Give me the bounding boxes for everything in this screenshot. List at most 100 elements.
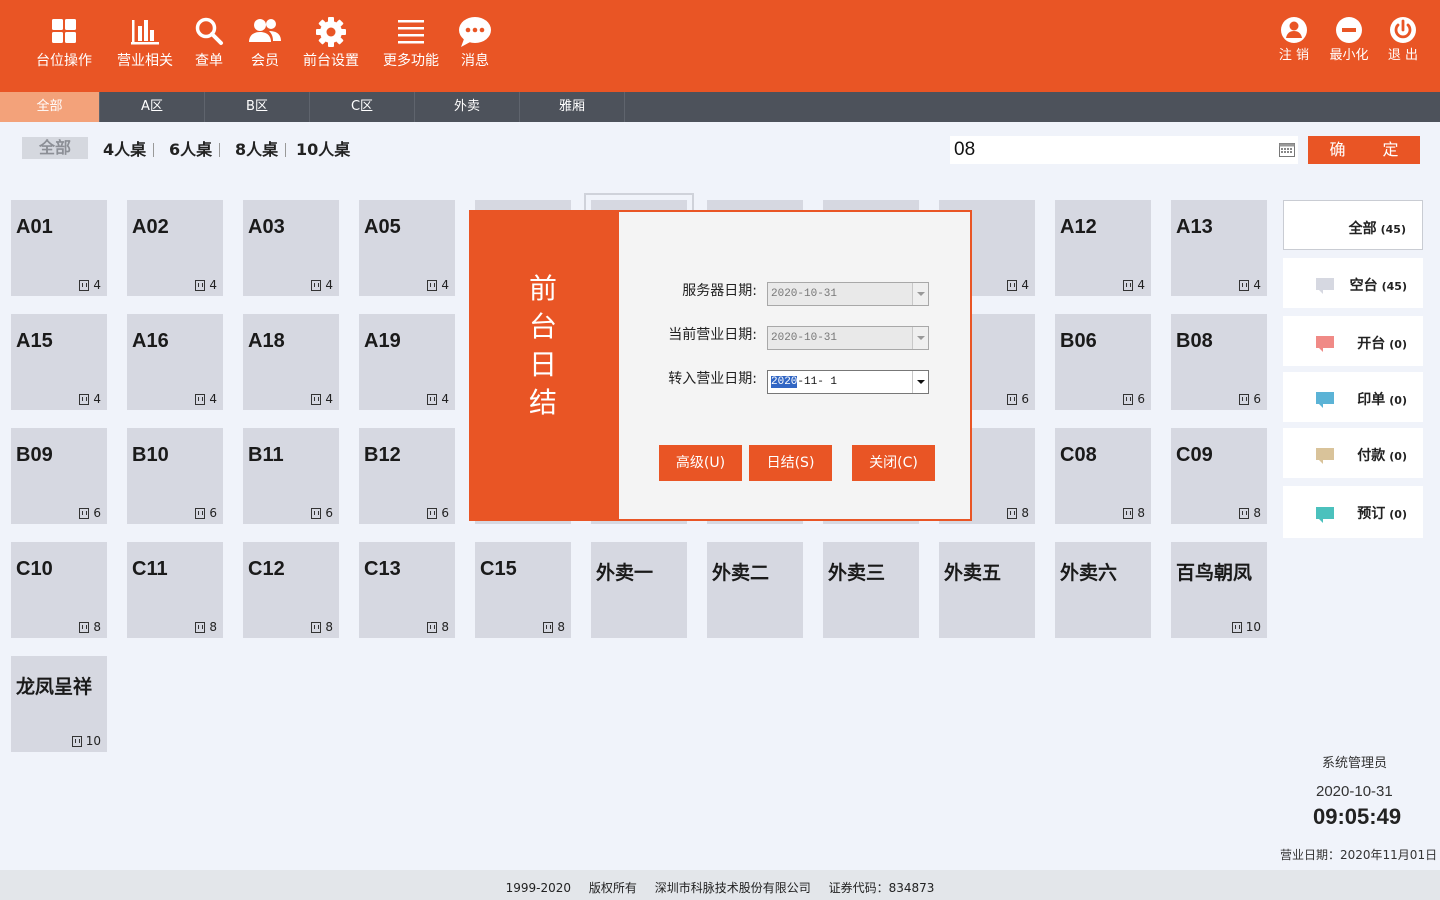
- chair-icon: [427, 507, 438, 519]
- chair-icon: [427, 393, 438, 405]
- legend-printed[interactable]: 印单 (0): [1283, 372, 1423, 422]
- seat-count-value: 6: [1253, 392, 1261, 406]
- nav-members[interactable]: 会员: [246, 16, 284, 80]
- seat-count: 4: [195, 392, 217, 406]
- tab-area-b[interactable]: B区: [205, 92, 310, 122]
- seat-count: 8: [195, 620, 217, 634]
- day-end-dialog: 前 台 日 结 服务器日期: 2020-10-31 当前营业日期: 2020-1…: [469, 210, 972, 521]
- table-card[interactable]: A02 4: [127, 200, 223, 296]
- legend-all[interactable]: 全部 (45): [1283, 200, 1423, 250]
- seat-count: 4: [79, 392, 101, 406]
- seat-count-value: 10: [1245, 620, 1261, 634]
- filter-6-seat[interactable]: 6人桌: [169, 139, 212, 161]
- table-card[interactable]: 外卖一: [591, 542, 687, 638]
- seat-count-value: 4: [441, 392, 449, 406]
- transfer-business-date-picker[interactable]: 2020-11- 1: [767, 370, 929, 394]
- table-card[interactable]: C15 8: [475, 542, 571, 638]
- day-end-button[interactable]: 日结(S): [749, 445, 832, 481]
- legend-reserved[interactable]: 预订 (0): [1283, 486, 1423, 538]
- tab-area-takeout[interactable]: 外卖: [415, 92, 520, 122]
- table-card[interactable]: B11 6: [243, 428, 339, 524]
- table-card[interactable]: B10 6: [127, 428, 223, 524]
- menu-icon: [378, 16, 444, 52]
- gear-icon: [298, 16, 364, 52]
- table-card[interactable]: 龙凤呈祥 10: [11, 656, 107, 752]
- table-card[interactable]: A19 4: [359, 314, 455, 410]
- table-card[interactable]: B12 6: [359, 428, 455, 524]
- table-card[interactable]: A13 4: [1171, 200, 1267, 296]
- table-name: 外卖六: [1060, 562, 1118, 584]
- filter-8-seat[interactable]: 8人桌: [235, 139, 278, 161]
- legend-label: 付款 (0): [1357, 448, 1407, 464]
- footer-copyright: 版权所有: [588, 881, 637, 895]
- table-card[interactable]: 百鸟朝凤 10: [1171, 542, 1267, 638]
- tab-area-a[interactable]: A区: [100, 92, 205, 122]
- advanced-button[interactable]: 高级(U): [659, 445, 742, 481]
- seat-count: 4: [195, 278, 217, 292]
- nav-messages[interactable]: 消息: [456, 16, 494, 80]
- seat-count-value: 6: [441, 506, 449, 520]
- nav-frontdesk-settings[interactable]: 前台设置: [298, 16, 364, 80]
- nav-more-functions[interactable]: 更多功能: [378, 16, 444, 80]
- chair-icon: [311, 279, 322, 291]
- nav-order-lookup[interactable]: 查单: [190, 16, 228, 80]
- table-card[interactable]: C10 8: [11, 542, 107, 638]
- table-card[interactable]: A15 4: [11, 314, 107, 410]
- table-card[interactable]: A03 4: [243, 200, 339, 296]
- table-card[interactable]: C13 8: [359, 542, 455, 638]
- nav-label: 更多功能: [383, 53, 439, 69]
- tab-area-all[interactable]: 全部: [0, 92, 100, 122]
- table-card[interactable]: A18 4: [243, 314, 339, 410]
- seat-count-value: 8: [557, 620, 565, 634]
- filter-all[interactable]: 全部: [22, 137, 88, 159]
- table-card[interactable]: B08 6: [1171, 314, 1267, 410]
- table-card[interactable]: C11 8: [127, 542, 223, 638]
- table-name: C12: [248, 558, 285, 580]
- nav-label: 营业相关: [117, 53, 173, 69]
- tab-area-private-room[interactable]: 雅厢: [520, 92, 625, 122]
- nav-table-ops[interactable]: 台位操作: [30, 16, 98, 80]
- confirm-button[interactable]: 确 定: [1308, 136, 1420, 164]
- dialog-title: 前 台 日 结: [528, 272, 557, 419]
- seat-count: 4: [79, 278, 101, 292]
- chair-icon: [1239, 393, 1250, 405]
- close-dialog-button[interactable]: 关闭(C): [852, 445, 935, 481]
- legend-open[interactable]: 开台 (0): [1283, 316, 1423, 366]
- calendar-icon[interactable]: [1279, 142, 1295, 157]
- logout-button[interactable]: 注 销: [1277, 16, 1311, 64]
- chair-icon: [79, 507, 90, 519]
- table-card[interactable]: B06 6: [1055, 314, 1151, 410]
- tab-area-c[interactable]: C区: [310, 92, 415, 122]
- table-card[interactable]: A16 4: [127, 314, 223, 410]
- table-card[interactable]: C09 8: [1171, 428, 1267, 524]
- chair-icon: [427, 621, 438, 633]
- legend-vacant[interactable]: 空台 (45): [1283, 258, 1423, 308]
- seat-count: 4: [1123, 278, 1145, 292]
- table-card[interactable]: 外卖五: [939, 542, 1035, 638]
- minimize-button[interactable]: 最小化: [1327, 16, 1371, 64]
- table-card[interactable]: C12 8: [243, 542, 339, 638]
- table-name: C08: [1060, 444, 1097, 466]
- table-card[interactable]: 外卖三: [823, 542, 919, 638]
- legend-paid[interactable]: 付款 (0): [1283, 428, 1423, 478]
- seat-count-value: 10: [85, 734, 101, 748]
- table-card[interactable]: C08 8: [1055, 428, 1151, 524]
- table-card[interactable]: B09 6: [11, 428, 107, 524]
- table-card[interactable]: A12 4: [1055, 200, 1151, 296]
- chair-icon: [1007, 507, 1018, 519]
- table-card[interactable]: 外卖六: [1055, 542, 1151, 638]
- table-card[interactable]: 外卖二: [707, 542, 803, 638]
- table-card[interactable]: A05 4: [359, 200, 455, 296]
- footer-stock-code: 证券代码：834873: [828, 881, 935, 895]
- table-search-input[interactable]: [950, 136, 1298, 164]
- chevron-down-icon[interactable]: [912, 371, 928, 393]
- exit-button[interactable]: 退 出: [1386, 16, 1420, 64]
- table-card[interactable]: A01 4: [11, 200, 107, 296]
- logout-label: 注 销: [1278, 48, 1310, 63]
- filter-4-seat[interactable]: 4人桌: [103, 139, 146, 161]
- nav-business[interactable]: 营业相关: [112, 16, 178, 80]
- chair-icon: [1239, 279, 1250, 291]
- filter-10-seat[interactable]: 10人桌: [296, 139, 350, 161]
- dialog-title-panel: 前 台 日 结: [471, 212, 619, 519]
- seat-count-value: 8: [441, 620, 449, 634]
